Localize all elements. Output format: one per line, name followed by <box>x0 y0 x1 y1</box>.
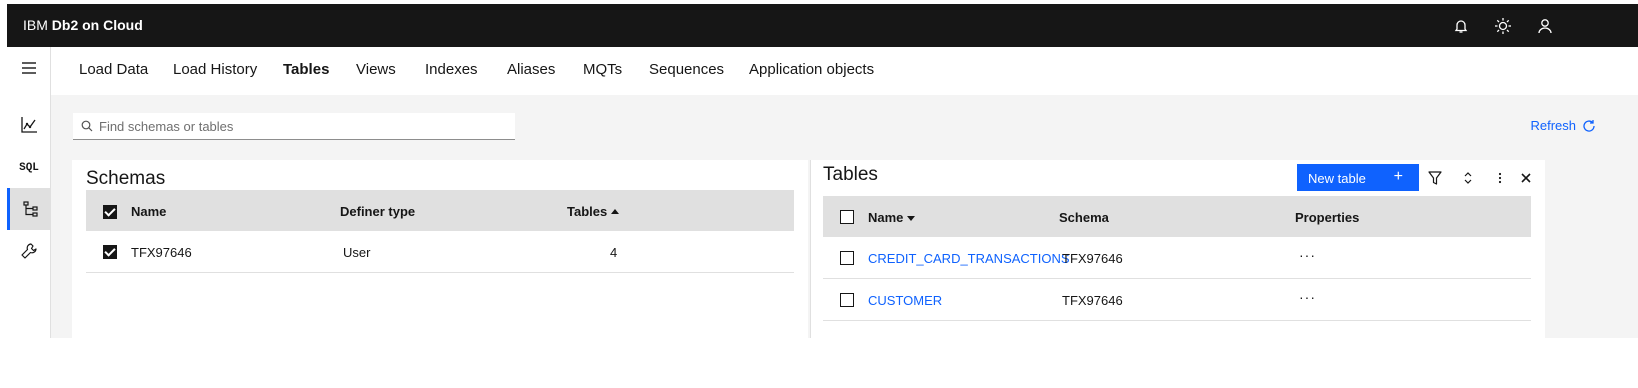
sort-descending-icon <box>907 216 916 221</box>
column-header-properties[interactable]: Properties <box>1295 210 1359 225</box>
sql-editor-icon[interactable]: SQL <box>7 147 51 189</box>
schema-table-count: 4 <box>610 245 618 260</box>
tab-load-history[interactable]: Load History <box>173 61 257 78</box>
table-schema: TFX97646 <box>1062 251 1123 266</box>
column-header-definer-type[interactable]: Definer type <box>340 204 415 219</box>
table-name-link[interactable]: CUSTOMER <box>868 293 942 308</box>
monitor-chart-icon[interactable] <box>7 104 51 146</box>
tab-indexes[interactable]: Indexes <box>425 61 478 78</box>
tab-mqts[interactable]: MQTs <box>583 61 622 78</box>
refresh-label: Refresh <box>1530 118 1576 133</box>
row-checkbox[interactable] <box>840 251 854 265</box>
tab-views[interactable]: Views <box>356 61 396 78</box>
user-profile-icon[interactable] <box>1534 15 1556 37</box>
new-table-button[interactable]: New table + <box>1297 164 1419 191</box>
top-bar: IBM Db2 on Cloud <box>7 4 1638 47</box>
schema-definer-type: User <box>343 245 371 260</box>
close-icon[interactable] <box>1517 169 1535 187</box>
search-input[interactable] <box>99 113 509 139</box>
table-schema: TFX97646 <box>1062 293 1123 308</box>
schema-name: TFX97646 <box>131 245 192 260</box>
menu-icon[interactable] <box>7 47 51 89</box>
expand-collapse-icon[interactable] <box>1459 169 1477 187</box>
refresh-button[interactable]: Refresh <box>1530 118 1596 133</box>
row-checkbox[interactable] <box>840 293 854 307</box>
overflow-menu-icon[interactable] <box>1491 169 1509 187</box>
app-brand[interactable]: IBM Db2 on Cloud <box>23 17 143 33</box>
notification-icon[interactable] <box>1450 15 1472 37</box>
column-header-name-label: Name <box>868 210 904 225</box>
tab-tables[interactable]: Tables <box>283 61 329 78</box>
refresh-icon <box>1583 119 1595 132</box>
theme-sun-icon[interactable] <box>1492 15 1514 37</box>
table-row[interactable]: CUSTOMER TFX97646 ··· <box>823 279 1531 321</box>
search-icon <box>81 120 93 132</box>
tables-panel: Tables New table + Name Schema Propertie… <box>810 160 1545 338</box>
table-row[interactable]: CREDIT_CARD_TRANSACTIONS TFX97646 ··· <box>823 237 1531 279</box>
column-header-tables[interactable]: Tables <box>567 204 620 219</box>
schemas-select-all-checkbox[interactable] <box>103 205 117 219</box>
tab-application-objects[interactable]: Application objects <box>749 61 874 78</box>
properties-ellipsis-button[interactable]: ··· <box>1299 247 1316 263</box>
admin-wrench-icon[interactable] <box>7 230 51 272</box>
filter-icon[interactable] <box>1426 169 1444 187</box>
schemas-table-header: Name Definer type Tables <box>86 190 794 231</box>
schemas-panel: Schemas Name Definer type Tables TFX9764… <box>72 160 808 338</box>
schema-tree-icon[interactable] <box>7 188 51 230</box>
column-header-schema[interactable]: Schema <box>1059 210 1109 225</box>
add-icon: + <box>1393 168 1403 185</box>
schemas-title: Schemas <box>86 168 166 189</box>
search-box <box>73 113 515 140</box>
column-header-tables-label: Tables <box>567 204 608 219</box>
tab-load-data[interactable]: Load Data <box>79 61 148 78</box>
row-checkbox[interactable] <box>103 245 117 259</box>
object-tab-bar: Load Data Load History Tables Views Inde… <box>51 47 1638 95</box>
brand-name: Db2 on Cloud <box>51 17 143 33</box>
sql-label: SQL <box>19 162 39 174</box>
table-row[interactable]: TFX97646 User 4 <box>86 231 794 273</box>
properties-ellipsis-button[interactable]: ··· <box>1299 289 1316 305</box>
sort-ascending-icon <box>611 209 620 214</box>
column-header-name[interactable]: Name <box>131 204 166 219</box>
new-table-label: New table <box>1308 171 1366 186</box>
tables-table-header: Name Schema Properties <box>823 196 1531 237</box>
side-nav: SQL <box>7 47 51 338</box>
tables-select-all-checkbox[interactable] <box>840 210 854 224</box>
app-frame: IBM Db2 on Cloud SQL Load Data Load Hist… <box>7 4 1638 338</box>
table-name-link[interactable]: CREDIT_CARD_TRANSACTIONS <box>868 251 1070 266</box>
column-header-name[interactable]: Name <box>868 210 916 225</box>
brand-prefix: IBM <box>23 17 52 33</box>
tab-aliases[interactable]: Aliases <box>507 61 555 78</box>
tab-sequences[interactable]: Sequences <box>649 61 724 78</box>
tables-title: Tables <box>823 164 878 185</box>
